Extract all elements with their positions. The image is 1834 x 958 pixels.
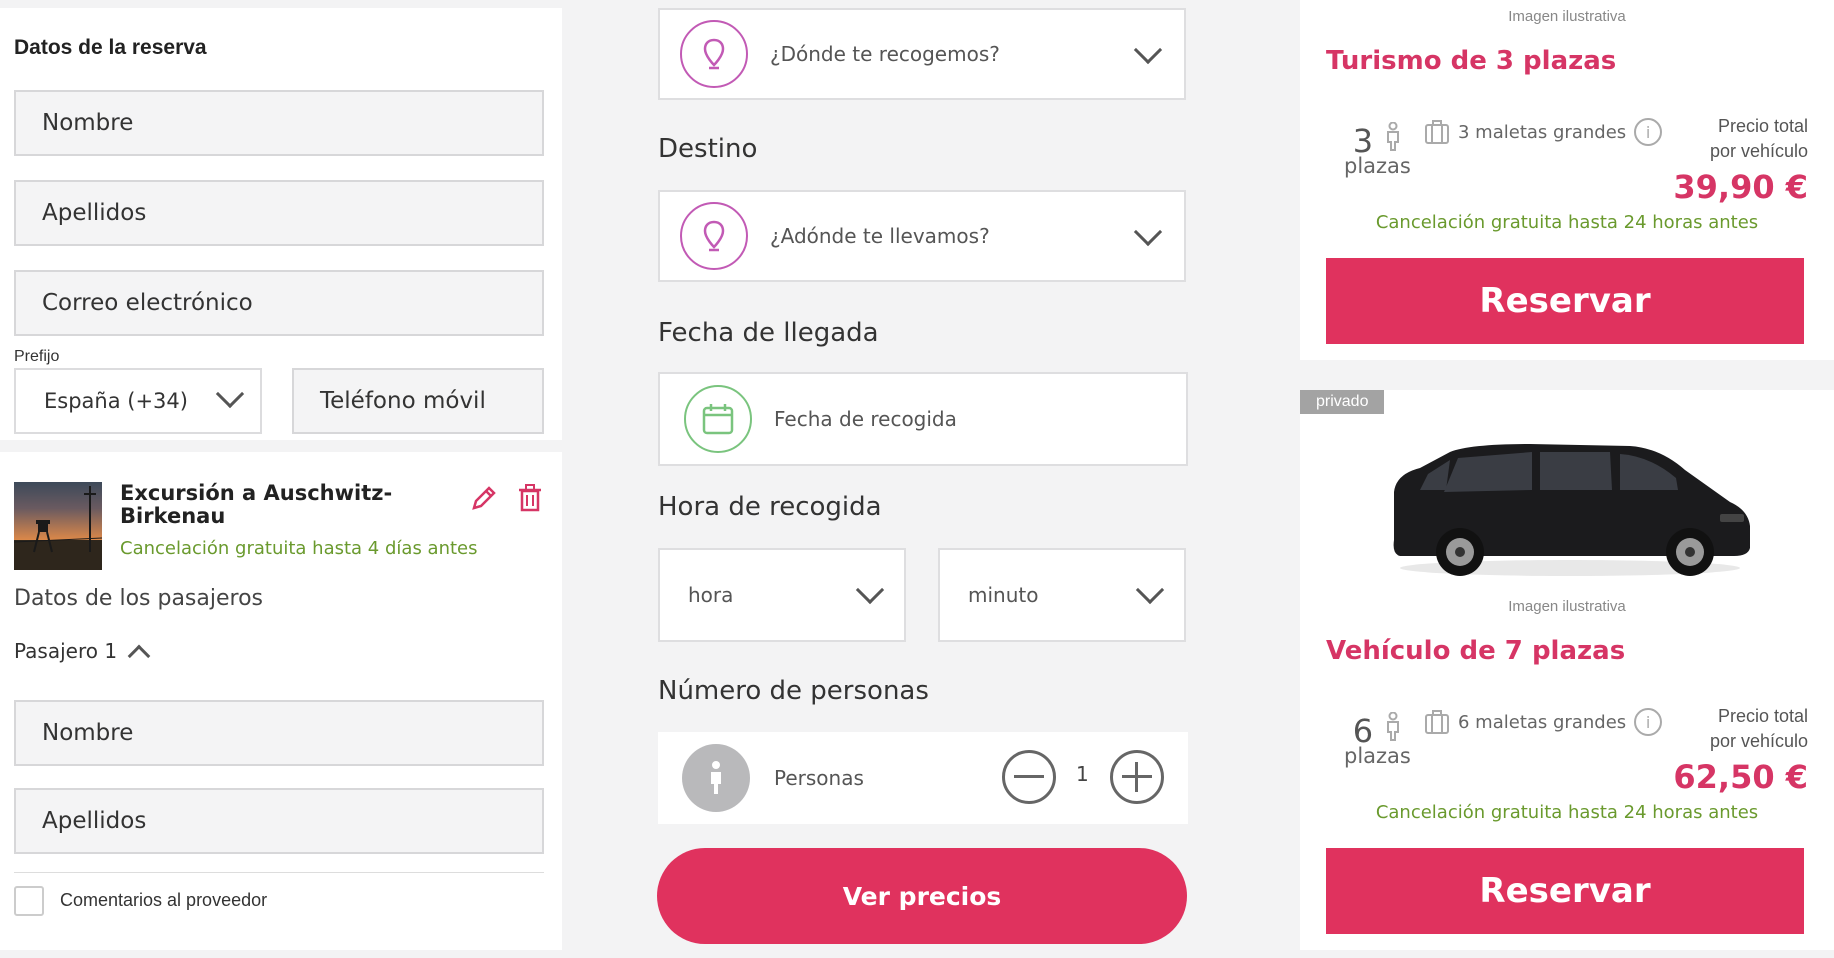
image-caption: Imagen ilustrativa [1508,598,1626,615]
prefix-select[interactable]: España (+34) [14,368,262,434]
vehicle-card: Imagen ilustrativa Turismo de 3 plazas 3… [1300,0,1834,360]
price-sublabel: por vehículo [1709,731,1808,751]
excursion-cancellation: Cancelación gratuita hasta 4 días antes [120,538,478,559]
excursion-title: Excursión a Auschwitz-Birkenau [120,481,393,528]
private-tag: privado [1300,390,1385,414]
booking-title: Datos de la reserva [14,36,207,59]
pickup-date-field[interactable]: Fecha de recogida [658,372,1188,466]
passenger-label: Pasajero 1 [14,639,118,663]
chevron-up-icon [127,644,151,668]
van-image [1393,444,1750,576]
people-field-label: Personas [774,766,864,790]
chevron-down-icon [855,575,885,605]
phone-field[interactable]: Teléfono móvil [292,368,544,434]
name-field[interactable]: Nombre [14,90,544,156]
price-value: 39,90 € [1673,168,1808,206]
vehicle-cancellation: Cancelación gratuita hasta 24 horas ante… [1375,212,1759,233]
increase-button[interactable] [1110,750,1164,804]
destination-placeholder: ¿Adónde te llevamos? [770,224,990,248]
passenger-surname-field[interactable]: Apellidos [14,788,544,854]
arrival-date-label: Fecha de llegada [658,318,879,348]
reserve-button[interactable]: Reservar [1326,848,1804,934]
hour-select[interactable]: hora [658,548,906,642]
prefix-label: Prefijo [14,348,60,365]
hour-placeholder: hora [688,583,734,607]
excursion-thumbnail [14,482,102,570]
divider [14,872,544,873]
vehicle-cancellation: Cancelación gratuita hasta 24 horas ante… [1375,802,1759,823]
location-pin-icon [680,20,748,88]
destination-select[interactable]: ¿Adónde te llevamos? [658,190,1186,282]
comments-label: Comentarios al proveedor [60,890,268,910]
suitcase-icon [1425,710,1449,734]
comments-checkbox[interactable] [14,886,44,916]
image-caption: Imagen ilustrativa [1508,8,1626,25]
vehicle-title: Turismo de 3 plazas [1326,46,1617,76]
pickup-date-placeholder: Fecha de recogida [774,407,957,431]
suitcase-icon [1425,120,1449,144]
pickup-time-label: Hora de recogida [658,492,882,522]
seats-info: 3 plazas [1344,121,1411,178]
calendar-icon [684,385,752,453]
price-label: Precio total [1717,116,1808,136]
vehicle-title: Vehículo de 7 plazas [1326,636,1626,666]
info-icon[interactable]: i [1634,118,1663,146]
price-value: 62,50 € [1673,758,1808,796]
person-icon [682,744,750,812]
booking-panel: Datos de la reserva Nombre Apellidos Cor… [0,8,562,440]
people-stepper: Personas 1 [658,732,1188,824]
chevron-down-icon [1133,35,1163,65]
pickup-placeholder: ¿Dónde te recogemos? [770,42,1000,66]
price-block: Precio total por vehículo 62,50 € [1673,704,1808,796]
chevron-down-icon [215,379,245,409]
person-icon [1387,121,1400,151]
people-count: 1 [1076,762,1089,786]
edit-icon[interactable] [470,484,498,516]
prefix-value: España (+34) [44,389,188,413]
delete-icon[interactable] [518,484,542,516]
price-label: Precio total [1717,706,1808,726]
minute-select[interactable]: minuto [938,548,1186,642]
passenger-name-field[interactable]: Nombre [14,700,544,766]
email-field[interactable]: Correo electrónico [14,270,544,336]
surname-field[interactable]: Apellidos [14,180,544,246]
price-block: Precio total por vehículo 39,90 € [1673,114,1808,206]
reserve-button[interactable]: Reservar [1326,258,1804,344]
info-icon[interactable]: i [1634,708,1663,736]
minute-placeholder: minuto [968,583,1039,607]
passenger-toggle[interactable]: Pasajero 1 [14,638,151,668]
destination-label: Destino [658,134,758,164]
luggage-info: 3 maletas grandes i [1424,118,1663,146]
luggage-label: 3 maletas grandes [1458,121,1627,143]
seats-label: plazas [1344,154,1411,178]
chevron-down-icon [1135,575,1165,605]
passengers-heading: Datos de los pasajeros [14,586,264,611]
excursion-panel: Excursión a Auschwitz-Birkenau Cancelaci… [0,452,562,950]
seats-label: plazas [1344,744,1411,768]
pickup-select[interactable]: ¿Dónde te recogemos? [658,8,1186,100]
vehicle-card: privado Imagen ilustrativa Vehículo de 7… [1300,390,1834,950]
price-sublabel: por vehículo [1709,141,1808,161]
chevron-down-icon [1133,217,1163,247]
people-label: Número de personas [658,676,929,706]
luggage-info: 6 maletas grandes i [1424,708,1663,736]
decrease-button[interactable] [1002,750,1056,804]
see-prices-button[interactable]: Ver precios [657,848,1187,944]
person-icon [1387,711,1400,741]
location-pin-icon [680,202,748,270]
luggage-label: 6 maletas grandes [1458,711,1627,733]
seats-info: 6 plazas [1344,711,1411,768]
